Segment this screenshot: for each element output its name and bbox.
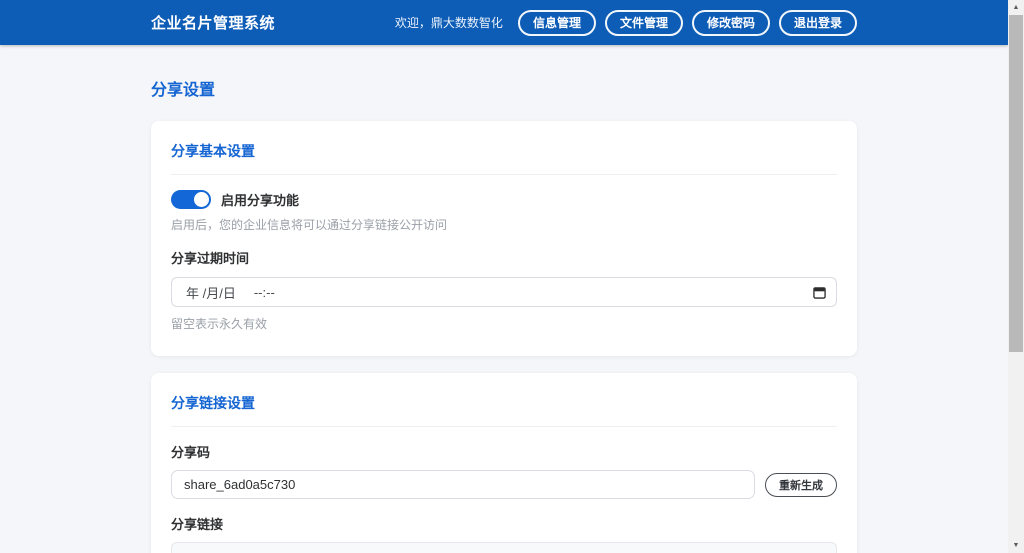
- main-content: 分享设置 分享基本设置 启用分享功能 启用后，您的企业信息将可以通过分享链接公开…: [151, 76, 857, 553]
- expire-hint: 留空表示永久有效: [171, 315, 837, 332]
- share-code-label: 分享码: [171, 442, 837, 461]
- app-title: 企业名片管理系统: [151, 12, 275, 33]
- scroll-up-arrow-icon[interactable]: ▲: [1008, 0, 1024, 15]
- toggle-knob: [194, 192, 209, 207]
- welcome-text: 欢迎，鼎大数数智化: [395, 14, 503, 31]
- share-basic-settings-card: 分享基本设置 启用分享功能 启用后，您的企业信息将可以通过分享链接公开访问 分享…: [151, 121, 857, 356]
- nav-file-management-button[interactable]: 文件管理: [605, 10, 683, 36]
- basic-card-title: 分享基本设置: [171, 141, 837, 161]
- share-link-label: 分享链接: [171, 514, 837, 533]
- header-nav: 欢迎，鼎大数数智化 信息管理 文件管理 修改密码 退出登录: [395, 10, 857, 36]
- divider: [171, 426, 837, 427]
- nav-change-password-button[interactable]: 修改密码: [692, 10, 770, 36]
- app-header: 企业名片管理系统 欢迎，鼎大数数智化 信息管理 文件管理 修改密码 退出登录: [0, 0, 1008, 45]
- link-card-title: 分享链接设置: [171, 393, 837, 413]
- expire-time-label: 分享过期时间: [171, 248, 837, 267]
- scroll-down-arrow-icon[interactable]: ▼: [1008, 538, 1024, 553]
- scrollbar-thumb[interactable]: [1009, 15, 1023, 352]
- page-viewport: 企业名片管理系统 欢迎，鼎大数数智化 信息管理 文件管理 修改密码 退出登录 分…: [0, 0, 1008, 553]
- calendar-picker-icon[interactable]: [813, 286, 826, 299]
- enable-share-label: 启用分享功能: [221, 190, 299, 209]
- enable-share-hint: 启用后，您的企业信息将可以通过分享链接公开访问: [171, 216, 837, 233]
- regenerate-button[interactable]: 重新生成: [765, 473, 837, 497]
- nav-info-management-button[interactable]: 信息管理: [518, 10, 596, 36]
- page-title: 分享设置: [151, 76, 857, 100]
- vertical-scrollbar[interactable]: ▲ ▼: [1008, 0, 1024, 553]
- nav-logout-button[interactable]: 退出登录: [779, 10, 857, 36]
- datetime-time-placeholder[interactable]: --:--: [254, 285, 275, 300]
- share-link-url: https://521000.top/Business_card_managem…: [171, 542, 837, 553]
- expire-datetime-input[interactable]: 年 /月/日 --:--: [171, 277, 837, 307]
- share-link-settings-card: 分享链接设置 分享码 重新生成 分享链接 https://521000.top/…: [151, 373, 857, 553]
- datetime-date-placeholder[interactable]: 年 /月/日: [186, 283, 236, 302]
- enable-share-toggle[interactable]: [171, 190, 211, 209]
- divider: [171, 174, 837, 175]
- share-code-input[interactable]: [171, 470, 755, 499]
